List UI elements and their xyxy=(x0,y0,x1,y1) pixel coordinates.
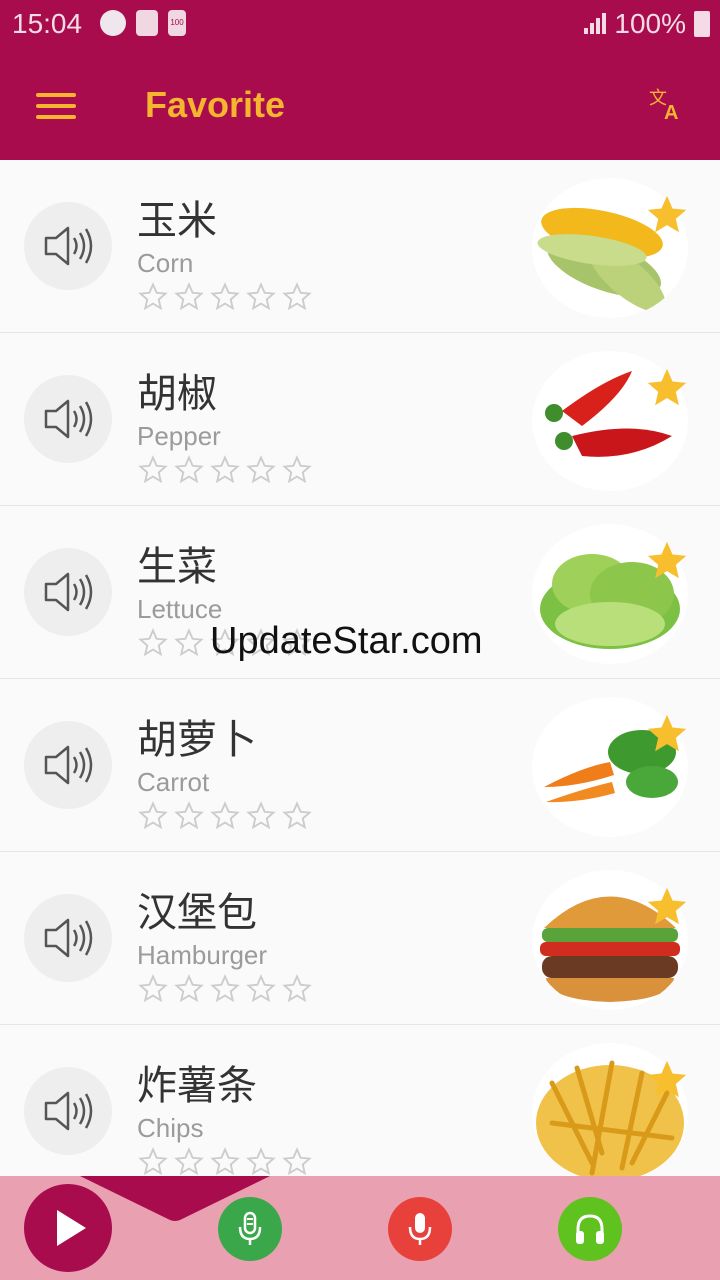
word-chinese: 炸薯条 xyxy=(137,1063,257,1109)
rating-stars[interactable] xyxy=(138,455,312,485)
battery-saver-icon: 100 xyxy=(168,10,186,36)
signal-icon xyxy=(582,12,607,36)
star-outline-icon[interactable] xyxy=(174,628,204,658)
star-outline-icon[interactable] xyxy=(210,801,240,831)
star-outline-icon[interactable] xyxy=(282,282,312,312)
star-outline-icon[interactable] xyxy=(246,282,276,312)
headphones-button[interactable] xyxy=(558,1197,622,1261)
star-outline-icon[interactable] xyxy=(210,1147,240,1176)
clock-icon xyxy=(136,10,158,36)
rating-stars[interactable] xyxy=(138,282,312,312)
word-english: Corn xyxy=(137,248,194,278)
star-outline-icon[interactable] xyxy=(174,1147,204,1176)
star-outline-icon[interactable] xyxy=(138,628,168,658)
battery-percent: 100% xyxy=(614,8,686,39)
star-outline-icon[interactable] xyxy=(138,282,168,312)
list-item[interactable]: 胡萝卜 Carrot xyxy=(0,679,720,852)
list-item[interactable]: 胡椒 Pepper xyxy=(0,333,720,506)
speaker-icon xyxy=(44,226,93,266)
rating-stars[interactable] xyxy=(138,801,312,831)
word-chinese: 胡椒 xyxy=(137,371,217,417)
star-outline-icon[interactable] xyxy=(174,282,204,312)
favorites-list[interactable]: 玉米 Corn 胡椒 Pepper 生菜 Lettuce 胡萝卜 Carrot … xyxy=(0,160,720,1176)
favorite-star-icon[interactable] xyxy=(644,1057,690,1103)
speaker-button[interactable] xyxy=(24,721,112,809)
status-right: 100% xyxy=(582,8,710,40)
word-english: Hamburger xyxy=(137,940,268,970)
record-button[interactable] xyxy=(388,1197,452,1261)
speaker-icon xyxy=(44,572,93,612)
list-item[interactable]: 汉堡包 Hamburger xyxy=(0,852,720,1025)
star-outline-icon[interactable] xyxy=(174,455,204,485)
rating-stars[interactable] xyxy=(138,1147,312,1176)
page-title: Favorite xyxy=(145,84,286,125)
star-outline-icon[interactable] xyxy=(246,455,276,485)
app-notification-icon xyxy=(100,10,126,36)
star-outline-icon[interactable] xyxy=(174,974,204,1004)
list-item[interactable]: 炸薯条 Chips xyxy=(0,1025,720,1176)
word-chinese: 汉堡包 xyxy=(137,890,257,936)
word-english: Carrot xyxy=(137,767,210,797)
status-notification-icons: 100 xyxy=(100,10,186,36)
star-outline-icon[interactable] xyxy=(246,1147,276,1176)
app-bar: Favorite 文 A xyxy=(0,50,720,160)
star-outline-icon[interactable] xyxy=(138,1147,168,1176)
list-item[interactable]: 玉米 Corn xyxy=(0,160,720,333)
battery-icon xyxy=(694,11,710,37)
word-chinese: 胡萝卜 xyxy=(137,717,257,763)
favorite-star-icon[interactable] xyxy=(644,711,690,757)
word-english: Chips xyxy=(137,1113,204,1143)
hamburger-menu-icon[interactable] xyxy=(36,93,76,119)
star-outline-icon[interactable] xyxy=(210,282,240,312)
star-outline-icon[interactable] xyxy=(174,801,204,831)
watermark: UpdateStar.com xyxy=(210,620,483,662)
headphones-icon xyxy=(576,1214,604,1244)
translate-icon[interactable]: 文 A xyxy=(648,86,684,124)
speaker-button[interactable] xyxy=(24,202,112,290)
speaker-icon xyxy=(44,918,93,958)
speaker-button[interactable] xyxy=(24,894,112,982)
favorite-star-icon[interactable] xyxy=(644,884,690,930)
rating-stars[interactable] xyxy=(138,974,312,1004)
star-outline-icon[interactable] xyxy=(282,801,312,831)
speaker-button[interactable] xyxy=(24,375,112,463)
battery-saver-badge: 100 xyxy=(170,18,184,27)
speaker-icon xyxy=(44,399,93,439)
play-icon xyxy=(57,1210,86,1246)
record-icon xyxy=(408,1213,432,1245)
speaker-icon xyxy=(44,745,93,785)
star-outline-icon[interactable] xyxy=(138,974,168,1004)
star-outline-icon[interactable] xyxy=(210,974,240,1004)
star-outline-icon[interactable] xyxy=(246,974,276,1004)
play-button[interactable] xyxy=(24,1184,112,1272)
star-outline-icon[interactable] xyxy=(282,974,312,1004)
word-chinese: 玉米 xyxy=(137,198,217,244)
svg-text:A: A xyxy=(664,102,678,122)
word-english: Pepper xyxy=(137,421,221,451)
favorite-star-icon[interactable] xyxy=(644,192,690,238)
star-outline-icon[interactable] xyxy=(138,455,168,485)
favorite-star-icon[interactable] xyxy=(644,365,690,411)
star-outline-icon[interactable] xyxy=(246,801,276,831)
star-outline-icon[interactable] xyxy=(210,455,240,485)
favorite-star-icon[interactable] xyxy=(644,538,690,584)
status-bar: 15:04 100 100% xyxy=(0,0,720,50)
status-time: 15:04 xyxy=(12,8,83,39)
word-chinese: 生菜 xyxy=(137,544,217,590)
star-outline-icon[interactable] xyxy=(282,1147,312,1176)
star-outline-icon[interactable] xyxy=(138,801,168,831)
star-outline-icon[interactable] xyxy=(282,455,312,485)
speaker-button[interactable] xyxy=(24,548,112,636)
speaker-button[interactable] xyxy=(24,1067,112,1155)
speaker-icon xyxy=(44,1091,93,1131)
